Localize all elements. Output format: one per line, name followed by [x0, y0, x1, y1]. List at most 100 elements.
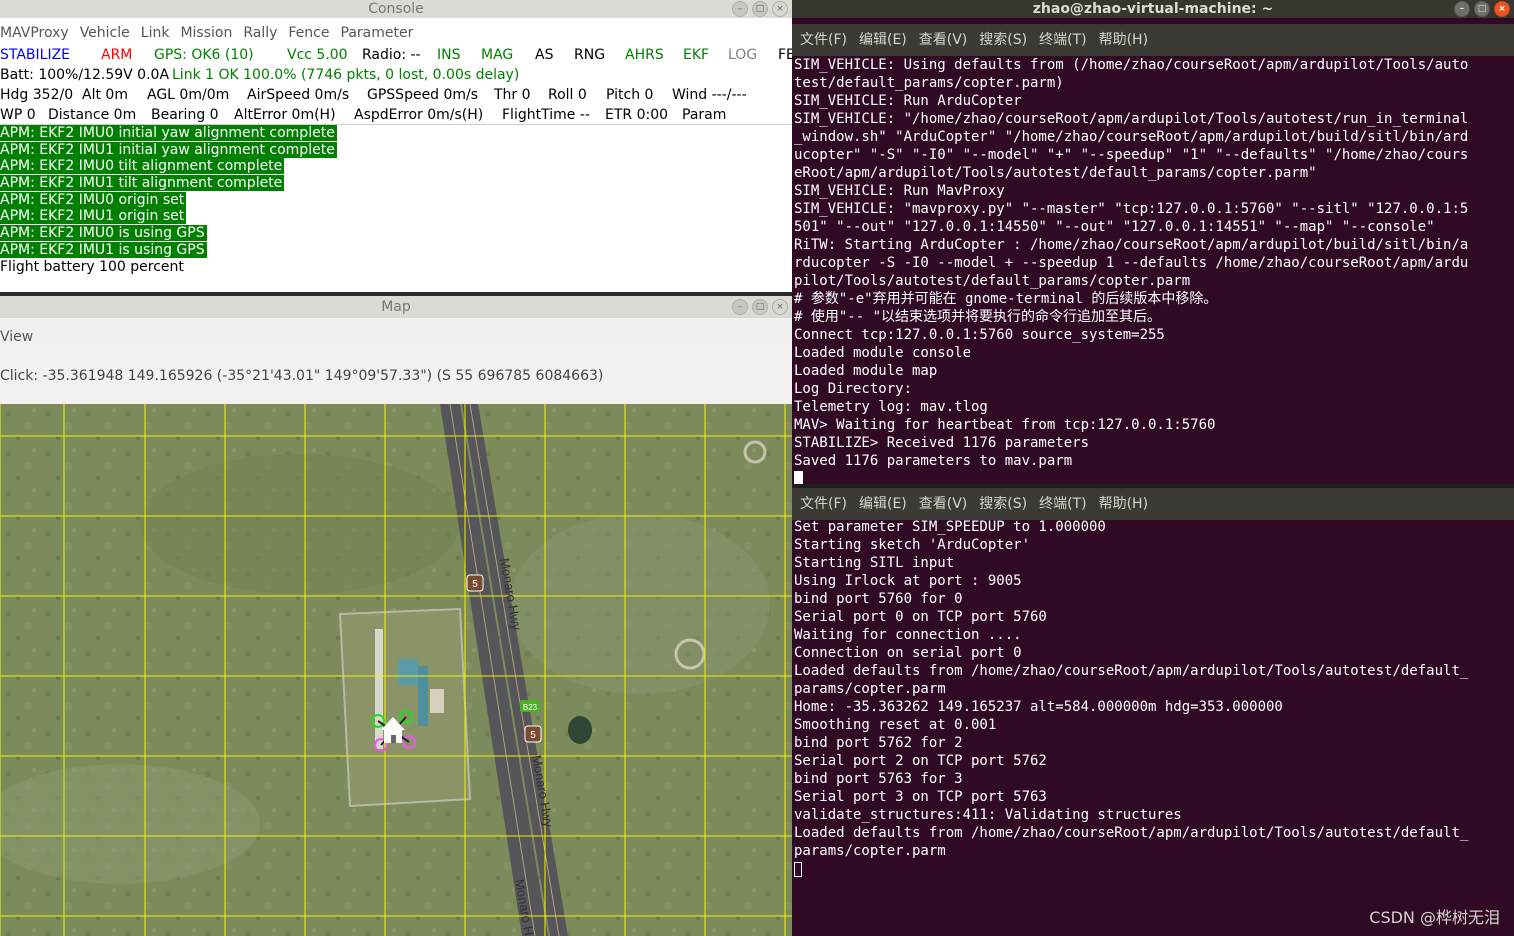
terminal-menu-item[interactable]: 文件(F) — [800, 32, 847, 48]
terminal-line: Serial port 3 on TCP port 5763 — [794, 789, 1047, 805]
satellite-map[interactable]: Monaro Hwy Monaro Hwy Monaro H 5 5 B23 — [0, 404, 792, 936]
status-field: MAG — [481, 47, 514, 63]
menu-mavproxy[interactable]: MAVProxy — [0, 25, 69, 41]
terminal-window: zhao@zhao-virtual-machine: ~ – □ × 文件(F)… — [792, 0, 1514, 936]
status-field: EKF — [683, 47, 710, 63]
click-info-text: Click: -35.361948 149.165926 (-35°21'43.… — [0, 368, 604, 384]
menu-vehicle[interactable]: Vehicle — [80, 25, 130, 41]
maximize-icon[interactable]: □ — [1474, 1, 1490, 17]
close-icon[interactable]: × — [772, 1, 788, 17]
terminal-output-top[interactable]: SIM_VEHICLE: Using defaults from (/home/… — [794, 56, 1514, 488]
menu-rally[interactable]: Rally — [243, 25, 277, 41]
terminal-menubar-bottom: 文件(F) 编辑(E) 查看(V) 搜索(S) 终端(T) 帮助(H) — [792, 488, 1514, 520]
terminal-line: ucopter" "-S" "-I0" "--model" "+" "--spe… — [794, 147, 1469, 163]
console-window: Console – □ × MAVProxy Vehicle Link Mission… — [0, 0, 792, 292]
building — [430, 689, 444, 713]
console-message: Flight battery 100 percent — [0, 259, 792, 276]
console-message-text: APM: EKF2 IMU0 tilt alignment complete — [0, 158, 285, 175]
console-titlebar[interactable]: Console – □ × — [0, 0, 792, 18]
close-icon[interactable]: × — [772, 299, 788, 315]
console-message: APM: EKF2 IMU1 origin set — [0, 208, 792, 225]
terminal-menu-item[interactable]: 搜索(S) — [979, 496, 1027, 512]
status-field: ARM — [101, 47, 133, 63]
terminal-line: # 参数"-e"弃用并可能在 gnome-terminal 的后续版本中移除。 — [794, 291, 1218, 307]
status-field: GPSSpeed 0m/s — [367, 87, 479, 103]
menu-view[interactable]: View — [0, 329, 33, 345]
minimize-icon[interactable]: – — [1454, 1, 1470, 17]
terminal-line: eRoot/apm/ardupilot/Tools/autotest/defau… — [794, 165, 1317, 181]
status-field: AltError 0m(H) — [234, 107, 336, 123]
console-message-text: APM: EKF2 IMU0 is using GPS — [0, 225, 207, 242]
status-field: Link 1 OK 100.0% (7746 pkts, 0 lost, 0.0… — [172, 67, 520, 83]
watermark: CSDN @桦树无泪 — [1369, 908, 1500, 927]
console-message-text: APM: EKF2 IMU1 tilt alignment complete — [0, 175, 285, 192]
status-field: Distance 0m — [48, 107, 137, 123]
terminal-menu-item[interactable]: 帮助(H) — [1099, 496, 1148, 512]
minimize-icon[interactable]: – — [732, 1, 748, 17]
terminal-line: SIM_VEHICLE: Run MavProxy — [794, 183, 1005, 199]
b-road-shield: B23 — [520, 700, 540, 712]
map-window: Map – □ × View Click: -35.361948 149.165… — [0, 296, 792, 936]
terminal-line: Set parameter SIM_SPEEDUP to 1.000000 — [794, 519, 1106, 535]
terminal-line: Log Directory: — [794, 381, 913, 397]
minimize-icon[interactable]: – — [732, 299, 748, 315]
menu-fence[interactable]: Fence — [288, 25, 329, 41]
maximize-icon[interactable]: □ — [752, 299, 768, 315]
console-message-text: APM: EKF2 IMU0 origin set — [0, 191, 187, 208]
status-field: LOG — [728, 47, 758, 63]
terminal-output-bottom[interactable]: Set parameter SIM_SPEEDUP to 1.000000 Sta… — [794, 518, 1514, 878]
terminal-line: Serial port 2 on TCP port 5762 — [794, 753, 1047, 769]
status-field: Thr 0 — [494, 87, 531, 103]
maximize-icon[interactable]: □ — [752, 1, 768, 17]
status-field: Bearing 0 — [151, 107, 219, 123]
status-field: Batt: 100%/12.59V 0.0A — [0, 67, 170, 83]
terrain-patch — [510, 514, 770, 694]
terminal-titlebar[interactable]: zhao@zhao-virtual-machine: ~ – □ × — [792, 0, 1514, 18]
menu-mission[interactable]: Mission — [180, 25, 232, 41]
status-field: Alt 0m — [82, 87, 128, 103]
console-message-text: Flight battery 100 percent — [0, 258, 184, 275]
terminal-menu-item[interactable]: 编辑(E) — [859, 32, 907, 48]
terminal-prompt[interactable] — [794, 860, 1514, 878]
terminal-line: 501" "--out" "127.0.0.1:14550" "--out" "… — [794, 219, 1435, 235]
terminal-menu-item[interactable]: 搜索(S) — [979, 32, 1027, 48]
terminal-line: SIM_VEHICLE: "/home/zhao/courseRoot/apm/… — [794, 111, 1469, 127]
terminal-menu-item[interactable]: 编辑(E) — [859, 496, 907, 512]
terminal-line: Connection on serial port 0 — [794, 645, 1022, 661]
console-message: APM: EKF2 IMU0 is using GPS — [0, 225, 792, 242]
menu-link[interactable]: Link — [141, 25, 170, 41]
terminal-line: params/copter.parm — [794, 681, 946, 697]
terminal-menu-item[interactable]: 查看(V) — [919, 496, 968, 512]
status-field: STABILIZE — [0, 47, 71, 63]
terminal-line: Home: -35.363262 149.165237 alt=584.0000… — [794, 699, 1283, 715]
status-field: AspdError 0m/s(H) — [354, 107, 484, 123]
close-icon[interactable]: × — [1494, 1, 1510, 17]
terminal-menu-item[interactable]: 终端(T) — [1039, 496, 1086, 512]
svg-text:5: 5 — [530, 730, 536, 741]
menu-parameter[interactable]: Parameter — [341, 25, 414, 41]
terminal-menu-item[interactable]: 文件(F) — [800, 496, 847, 512]
terminal-line: Loaded module console — [794, 345, 972, 361]
terminal-menu-item[interactable]: 终端(T) — [1039, 32, 1086, 48]
status-field: FE — [778, 47, 792, 63]
console-message-text: APM: EKF2 IMU1 is using GPS — [0, 241, 207, 258]
terminal-menu-item[interactable]: 查看(V) — [919, 32, 968, 48]
console-message: APM: EKF2 IMU0 origin set — [0, 191, 792, 209]
runway — [375, 629, 383, 749]
terminal-line: bind port 5762 for 2 — [794, 735, 963, 751]
map-titlebar[interactable]: Map – □ × — [0, 296, 792, 318]
console-message: APM: EKF2 IMU1 initial yaw alignment com… — [0, 141, 792, 159]
terminal-menu-item[interactable]: 帮助(H) — [1099, 32, 1148, 48]
console-message: APM: EKF2 IMU1 tilt alignment complete — [0, 175, 792, 192]
status-field: AHRS — [625, 47, 664, 63]
terminal-line: bind port 5763 for 3 — [794, 771, 963, 787]
status-field: Roll 0 — [548, 87, 587, 103]
terminal-line: test/default_params/copter.parm) — [794, 75, 1064, 91]
status-field: Hdg 352/0 — [0, 87, 74, 103]
console-messages[interactable]: APM: EKF2 IMU0 initial yaw alignment com… — [0, 124, 792, 292]
cursor-icon — [794, 861, 802, 877]
status-field: Vcc 5.00 — [287, 47, 348, 63]
terminal-line: Waiting for connection .... — [794, 627, 1022, 643]
terminal-line: # 使用"-- "以结束选项并将要执行的命令行追加至其后。 — [794, 309, 1161, 325]
pond — [568, 716, 592, 744]
